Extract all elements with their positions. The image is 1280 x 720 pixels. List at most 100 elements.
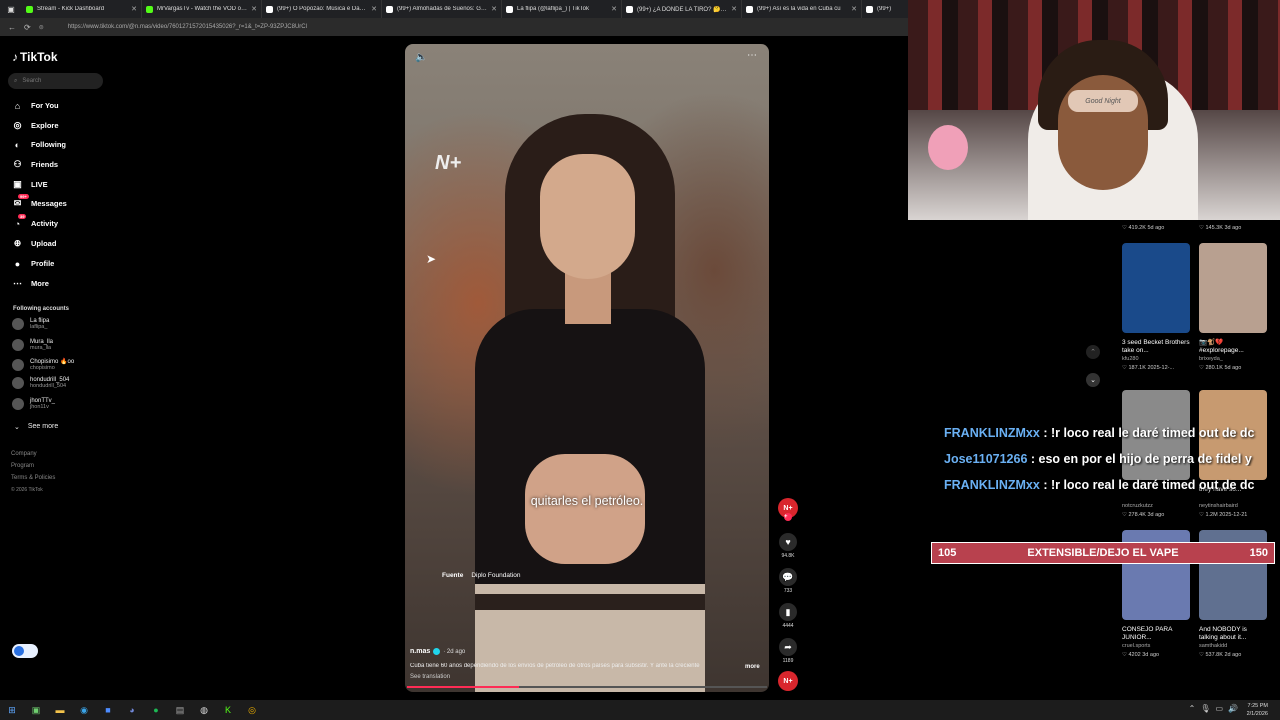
obs-icon[interactable]: ◍	[192, 700, 216, 720]
feed-thumbnail[interactable]	[1199, 243, 1267, 333]
following-account[interactable]: jhonTTv_ jhon11v	[12, 398, 55, 410]
theme-toggle[interactable]	[12, 644, 38, 658]
url-field[interactable]: https://www.tiktok.com/@n.mas/video/7601…	[68, 24, 307, 30]
chevron-down-icon: ⌄	[1090, 377, 1096, 384]
feed-user[interactable]: samthakidd	[1199, 643, 1227, 649]
feed-date: 2025-12-...	[1147, 365, 1175, 371]
video-progress-bar[interactable]	[407, 686, 767, 688]
nav-item-following[interactable]: ◐ Following	[12, 139, 66, 150]
follow-plus-icon[interactable]: +	[784, 513, 792, 521]
back-icon[interactable]: ←	[8, 23, 16, 32]
browser-tab[interactable]: (99+) ¿A DÓNDE LA TIRÓ? 🤔🔥 ✕	[622, 0, 742, 18]
like-button[interactable]: ♥ 94.8K	[778, 533, 798, 559]
feed-title[interactable]: And NOBODY is talking about it...	[1199, 626, 1267, 642]
scroll-down-button[interactable]: ⌄	[1086, 373, 1100, 387]
video-description: Cuba tiene 60 años dependiendo de los en…	[410, 663, 700, 669]
browser-tab[interactable]: MrVargasTv - Watch the VOD on Ki ✕	[142, 0, 262, 18]
reload-icon[interactable]: ⟳	[24, 23, 31, 32]
tab-title: (99+) Así es la vida en Cuba cu	[757, 6, 841, 12]
search-input[interactable]: ⌕ Search	[8, 73, 103, 89]
music-disc[interactable]: N+	[778, 671, 798, 691]
feed-user[interactable]: kfu280	[1122, 356, 1139, 362]
feed-user[interactable]: neytinshairbaird	[1199, 503, 1238, 509]
nav-item-for-you[interactable]: ⌂ For You	[12, 100, 59, 111]
more-icon: ⋯	[12, 278, 23, 289]
live-icon-glyph: ▣	[13, 179, 22, 189]
store-icon[interactable]: ■	[96, 700, 120, 720]
kick-icon[interactable]: K	[216, 700, 240, 720]
tray-chevron-icon[interactable]: ⌃	[1189, 704, 1196, 713]
video-author[interactable]: n.mas · 2d ago	[410, 648, 465, 655]
nav-item-activity[interactable]: ◔ 39 Activity	[12, 214, 58, 229]
window-menu-icon[interactable]: ▣	[0, 0, 22, 18]
chrome-icon[interactable]: ◎	[240, 700, 264, 720]
volume-icon[interactable]: 🔈	[415, 52, 427, 63]
network-icon[interactable]: ▭	[1215, 704, 1223, 713]
feed-title[interactable]: 📷🐒💔 #explorepage...	[1199, 339, 1267, 355]
save-button[interactable]: ▮ 4444	[778, 603, 798, 629]
browser-tab[interactable]: (99+) Así es la vida en Cuba cu ✕	[742, 0, 862, 18]
following-account[interactable]: La flipa laflipa_	[12, 318, 49, 330]
spotify-icon[interactable]: ●	[144, 700, 168, 720]
browser-tab[interactable]: (99+) Almohadas de Sueños: Gara ✕	[382, 0, 502, 18]
more-button[interactable]: more	[745, 664, 760, 670]
video-player[interactable]: 🔈 ⋯ N+ quitarles el petróleo. Fuente Dipl…	[405, 44, 769, 692]
close-icon[interactable]: ✕	[251, 5, 257, 13]
close-icon[interactable]: ✕	[611, 5, 617, 13]
account-handle: mura_lla	[30, 345, 52, 351]
start-icon[interactable]: ⊞	[0, 700, 24, 720]
see-translation-link[interactable]: See translation	[410, 674, 450, 680]
following-account[interactable]: Mura_lla mura_lla	[12, 339, 53, 351]
following-account[interactable]: hondudrill_504 hondudrill_504	[12, 377, 69, 389]
more-options-icon[interactable]: ⋯	[747, 50, 757, 61]
clock[interactable]: 7:25 PM 2/1/2026	[1247, 702, 1268, 718]
browser-tab[interactable]: La flipa (@laflipa_) | TikTok ✕	[502, 0, 622, 18]
speaker-icon[interactable]: 🔊	[1228, 704, 1238, 713]
friends-icon: ⚇	[12, 159, 23, 170]
folder-icon[interactable]: ▬	[48, 700, 72, 720]
author-name[interactable]: n.mas	[410, 648, 430, 655]
close-icon[interactable]: ✕	[491, 5, 497, 13]
close-icon[interactable]: ✕	[131, 5, 137, 13]
footer-link[interactable]: Program	[11, 463, 34, 469]
nav-item-profile[interactable]: ● Profile	[12, 258, 55, 269]
footer-link[interactable]: Terms & Policies	[11, 475, 55, 481]
see-more-button[interactable]: ⌄ See more	[14, 423, 58, 431]
discord-icon[interactable]: ◕	[120, 700, 144, 720]
comment-button[interactable]: 💬 733	[778, 568, 798, 594]
feed-user[interactable]: notcruzkutzz	[1122, 503, 1153, 509]
close-icon[interactable]: ✕	[371, 5, 377, 13]
app-icon[interactable]: ▤	[168, 700, 192, 720]
following-account[interactable]: Chopisimo 🔥oo chopisimo	[12, 358, 74, 371]
feed-date: 3d ago	[1147, 512, 1165, 518]
creator-avatar[interactable]: N+ +	[778, 498, 798, 521]
feed-thumbnail[interactable]	[1122, 243, 1190, 333]
nav-item-messages[interactable]: ✉ 99+ Messages	[12, 194, 67, 209]
nav-item-more[interactable]: ⋯ More	[12, 278, 49, 289]
tab-title: La flipa (@laflipa_) | TikTok	[517, 6, 590, 12]
mic-icon[interactable]: 🎙	[1200, 704, 1210, 713]
footer-link[interactable]: Company	[11, 451, 37, 457]
feed-title[interactable]: CONSEJO PARA JUNIOR...	[1122, 626, 1190, 642]
close-icon[interactable]: ✕	[731, 5, 737, 13]
nav-item-label: More	[31, 279, 49, 288]
nav-item-explore[interactable]: ◎ Explore	[12, 120, 59, 131]
share-button[interactable]: ➦ 1189	[778, 638, 798, 664]
nav-item-friends[interactable]: ⚇ Friends	[12, 159, 58, 170]
close-icon[interactable]: ✕	[851, 5, 857, 13]
feed-title[interactable]: 3 seed Becket Brothers take on...	[1122, 339, 1190, 355]
feed-user[interactable]: cruel.sports	[1122, 643, 1150, 649]
nav-item-live[interactable]: ▣ LIVE	[12, 179, 47, 190]
feed-date: 3d ago	[1224, 225, 1242, 231]
browser-tab[interactable]: (99+) O Popozão: Música e Dança ✕	[262, 0, 382, 18]
feed-user[interactable]: brixeyda_	[1199, 356, 1223, 362]
search-icon: ⌕	[14, 77, 18, 84]
edge-icon[interactable]: ◉	[72, 700, 96, 720]
scroll-up-button[interactable]: ⌃	[1086, 345, 1100, 359]
terminal-icon[interactable]: ▣	[24, 700, 48, 720]
tiktok-logo[interactable]: ♪ TikTok	[12, 50, 58, 64]
site-info-icon[interactable]: ⊜	[39, 24, 44, 31]
clock-date: 2/1/2026	[1246, 711, 1268, 717]
nav-item-upload[interactable]: ⊕ Upload	[12, 238, 57, 249]
browser-tab[interactable]: Stream - Kick Dashboard ✕	[22, 0, 142, 18]
